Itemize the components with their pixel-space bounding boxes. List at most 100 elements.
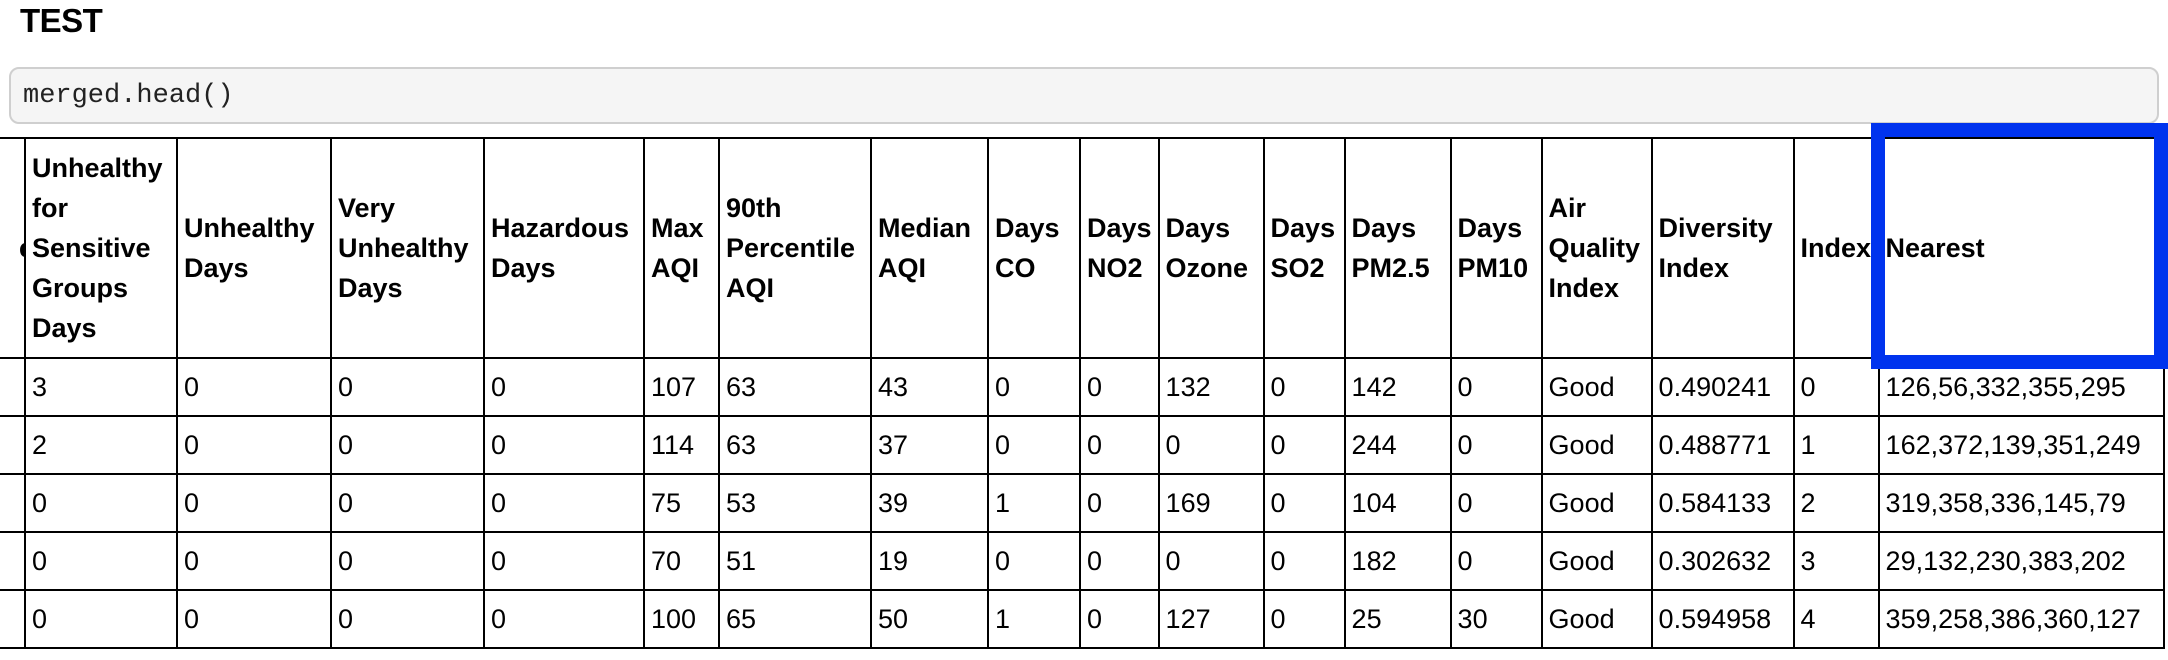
table-cell: 126,56,332,355,295 [1877,357,2165,417]
table-cell: 0.488771 [1650,415,1795,475]
table-cell: 0 [987,415,1081,475]
column-header-max-aqi: Max AQI [643,137,720,359]
table-cell: 0 [483,357,645,417]
table-cell: 359,258,386,360,127 [1877,589,2165,649]
table-cell: 1 [1792,415,1880,475]
table-cell: Good [1540,531,1653,591]
table-cell: 3 [24,357,178,417]
table-cell: 25 [1343,589,1452,649]
table-row: 0 0 0 0 75 53 39 1 0 169 0 104 0 Good 0.584133 2 319,358… [0,473,2165,533]
table-cell: 2 [1792,473,1880,533]
column-header-days-so2: Days SO2 [1262,137,1346,359]
table-cell: 0 [176,589,332,649]
table-cell: 114 [643,415,720,475]
table-cell: 0 [483,415,645,475]
table-cell: 319,358,336,145,79 [1877,473,2165,533]
table-cell: 4 [1792,589,1880,649]
column-header-median-aqi: Median AQI [870,137,989,359]
table-row: 3 0 0 0 107 63 43 0 0 132 0 142 0 Good 0.490241 0 126,56… [0,357,2165,417]
column-header-diversity-index: Diversity Index [1650,137,1795,359]
truncated-cell [0,531,26,591]
table-cell: 0 [987,531,1081,591]
table-cell: 0 [1262,415,1346,475]
table-cell: 0.302632 [1650,531,1795,591]
table-cell: 0 [176,473,332,533]
table-cell: 63 [718,415,872,475]
table-cell: 0.490241 [1650,357,1795,417]
table-cell: 0 [176,531,332,591]
table-cell: 0 [176,357,332,417]
table-cell: 0 [1262,589,1346,649]
column-header-very-unhealthy-days: Very Unhealthy Days [330,137,485,359]
truncated-cell [0,473,26,533]
table-cell: Good [1540,415,1653,475]
table-cell: 0.594958 [1650,589,1795,649]
code-input[interactable]: merged.head() [23,81,234,111]
table-cell: 0.584133 [1650,473,1795,533]
table-cell: 0 [1262,473,1346,533]
table-cell: 75 [643,473,720,533]
table-cell: 0 [330,415,485,475]
table-cell: 0 [330,531,485,591]
table-cell: 70 [643,531,720,591]
table-cell: 2 [24,415,178,475]
table-cell: 0 [330,473,485,533]
table-cell: 0 [1449,415,1543,475]
notebook-heading: TEST [20,2,103,39]
table-cell: 0 [1449,357,1543,417]
table-cell: 0 [1262,357,1346,417]
table-cell: 1 [987,589,1081,649]
table-cell: 104 [1343,473,1452,533]
truncated-cell [0,357,26,417]
table-cell: 19 [870,531,989,591]
table-cell: 51 [718,531,872,591]
dataframe-output-table: e Unhealthy for Sensitive Groups DaysUnh… [0,137,2165,649]
table-cell: 37 [870,415,989,475]
table-cell: 162,372,139,351,249 [1877,415,2165,475]
table-cell: Good [1540,357,1653,417]
table-cell: 0 [1449,531,1543,591]
table-cell: 43 [870,357,989,417]
column-header-unhealthy-for-sensitive-groups-days: Unhealthy for Sensitive Groups Days [24,137,178,359]
table-row: 2 0 0 0 114 63 37 0 0 0 0 244 0 Good 0.488771 1 162,372,… [0,415,2165,475]
code-cell[interactable]: merged.head() [9,67,2159,124]
truncated-cell [0,415,26,475]
table-cell: 0 [1079,473,1160,533]
table-row: 0 0 0 0 70 51 19 0 0 0 0 182 0 Good 0.302632 3 29,132,23… [0,531,2165,591]
table-cell: 0 [24,473,178,533]
table-cell: 0 [1079,589,1160,649]
column-header-index: Index [1792,137,1880,359]
table-cell: 0 [1792,357,1880,417]
table-row: 0 0 0 0 100 65 50 1 0 127 0 25 30 Good 0.594958 4 359,25… [0,589,2165,649]
table-cell: 107 [643,357,720,417]
table-cell: 0 [483,531,645,591]
table-cell: 0 [330,589,485,649]
table-header-row: e Unhealthy for Sensitive Groups DaysUnh… [0,137,2165,359]
table-cell: 0 [1157,531,1265,591]
table-cell: 50 [870,589,989,649]
table-cell: 0 [176,415,332,475]
table-cell: 3 [1792,531,1880,591]
table-cell: Good [1540,473,1653,533]
table-cell: 0 [1449,473,1543,533]
column-header-nearest: Nearest [1877,137,2165,359]
table-cell: 0 [1079,357,1160,417]
table-cell: 127 [1157,589,1265,649]
table-cell: 244 [1343,415,1452,475]
table-cell: 65 [718,589,872,649]
table-cell: 0 [1157,415,1265,475]
column-header-days-pm2-5: Days PM2.5 [1343,137,1452,359]
column-header-days-no2: Days NO2 [1079,137,1160,359]
column-header-days-co: Days CO [987,137,1081,359]
table-cell: 1 [987,473,1081,533]
table-cell: 0 [987,357,1081,417]
table-cell: Good [1540,589,1653,649]
truncated-cell [0,589,26,649]
table-cell: 0 [483,589,645,649]
table-cell: 182 [1343,531,1452,591]
table-cell: 0 [483,473,645,533]
table-cell: 0 [1079,415,1160,475]
table-cell: 39 [870,473,989,533]
column-header-truncated: e [0,137,26,359]
table-cell: 29,132,230,383,202 [1877,531,2165,591]
